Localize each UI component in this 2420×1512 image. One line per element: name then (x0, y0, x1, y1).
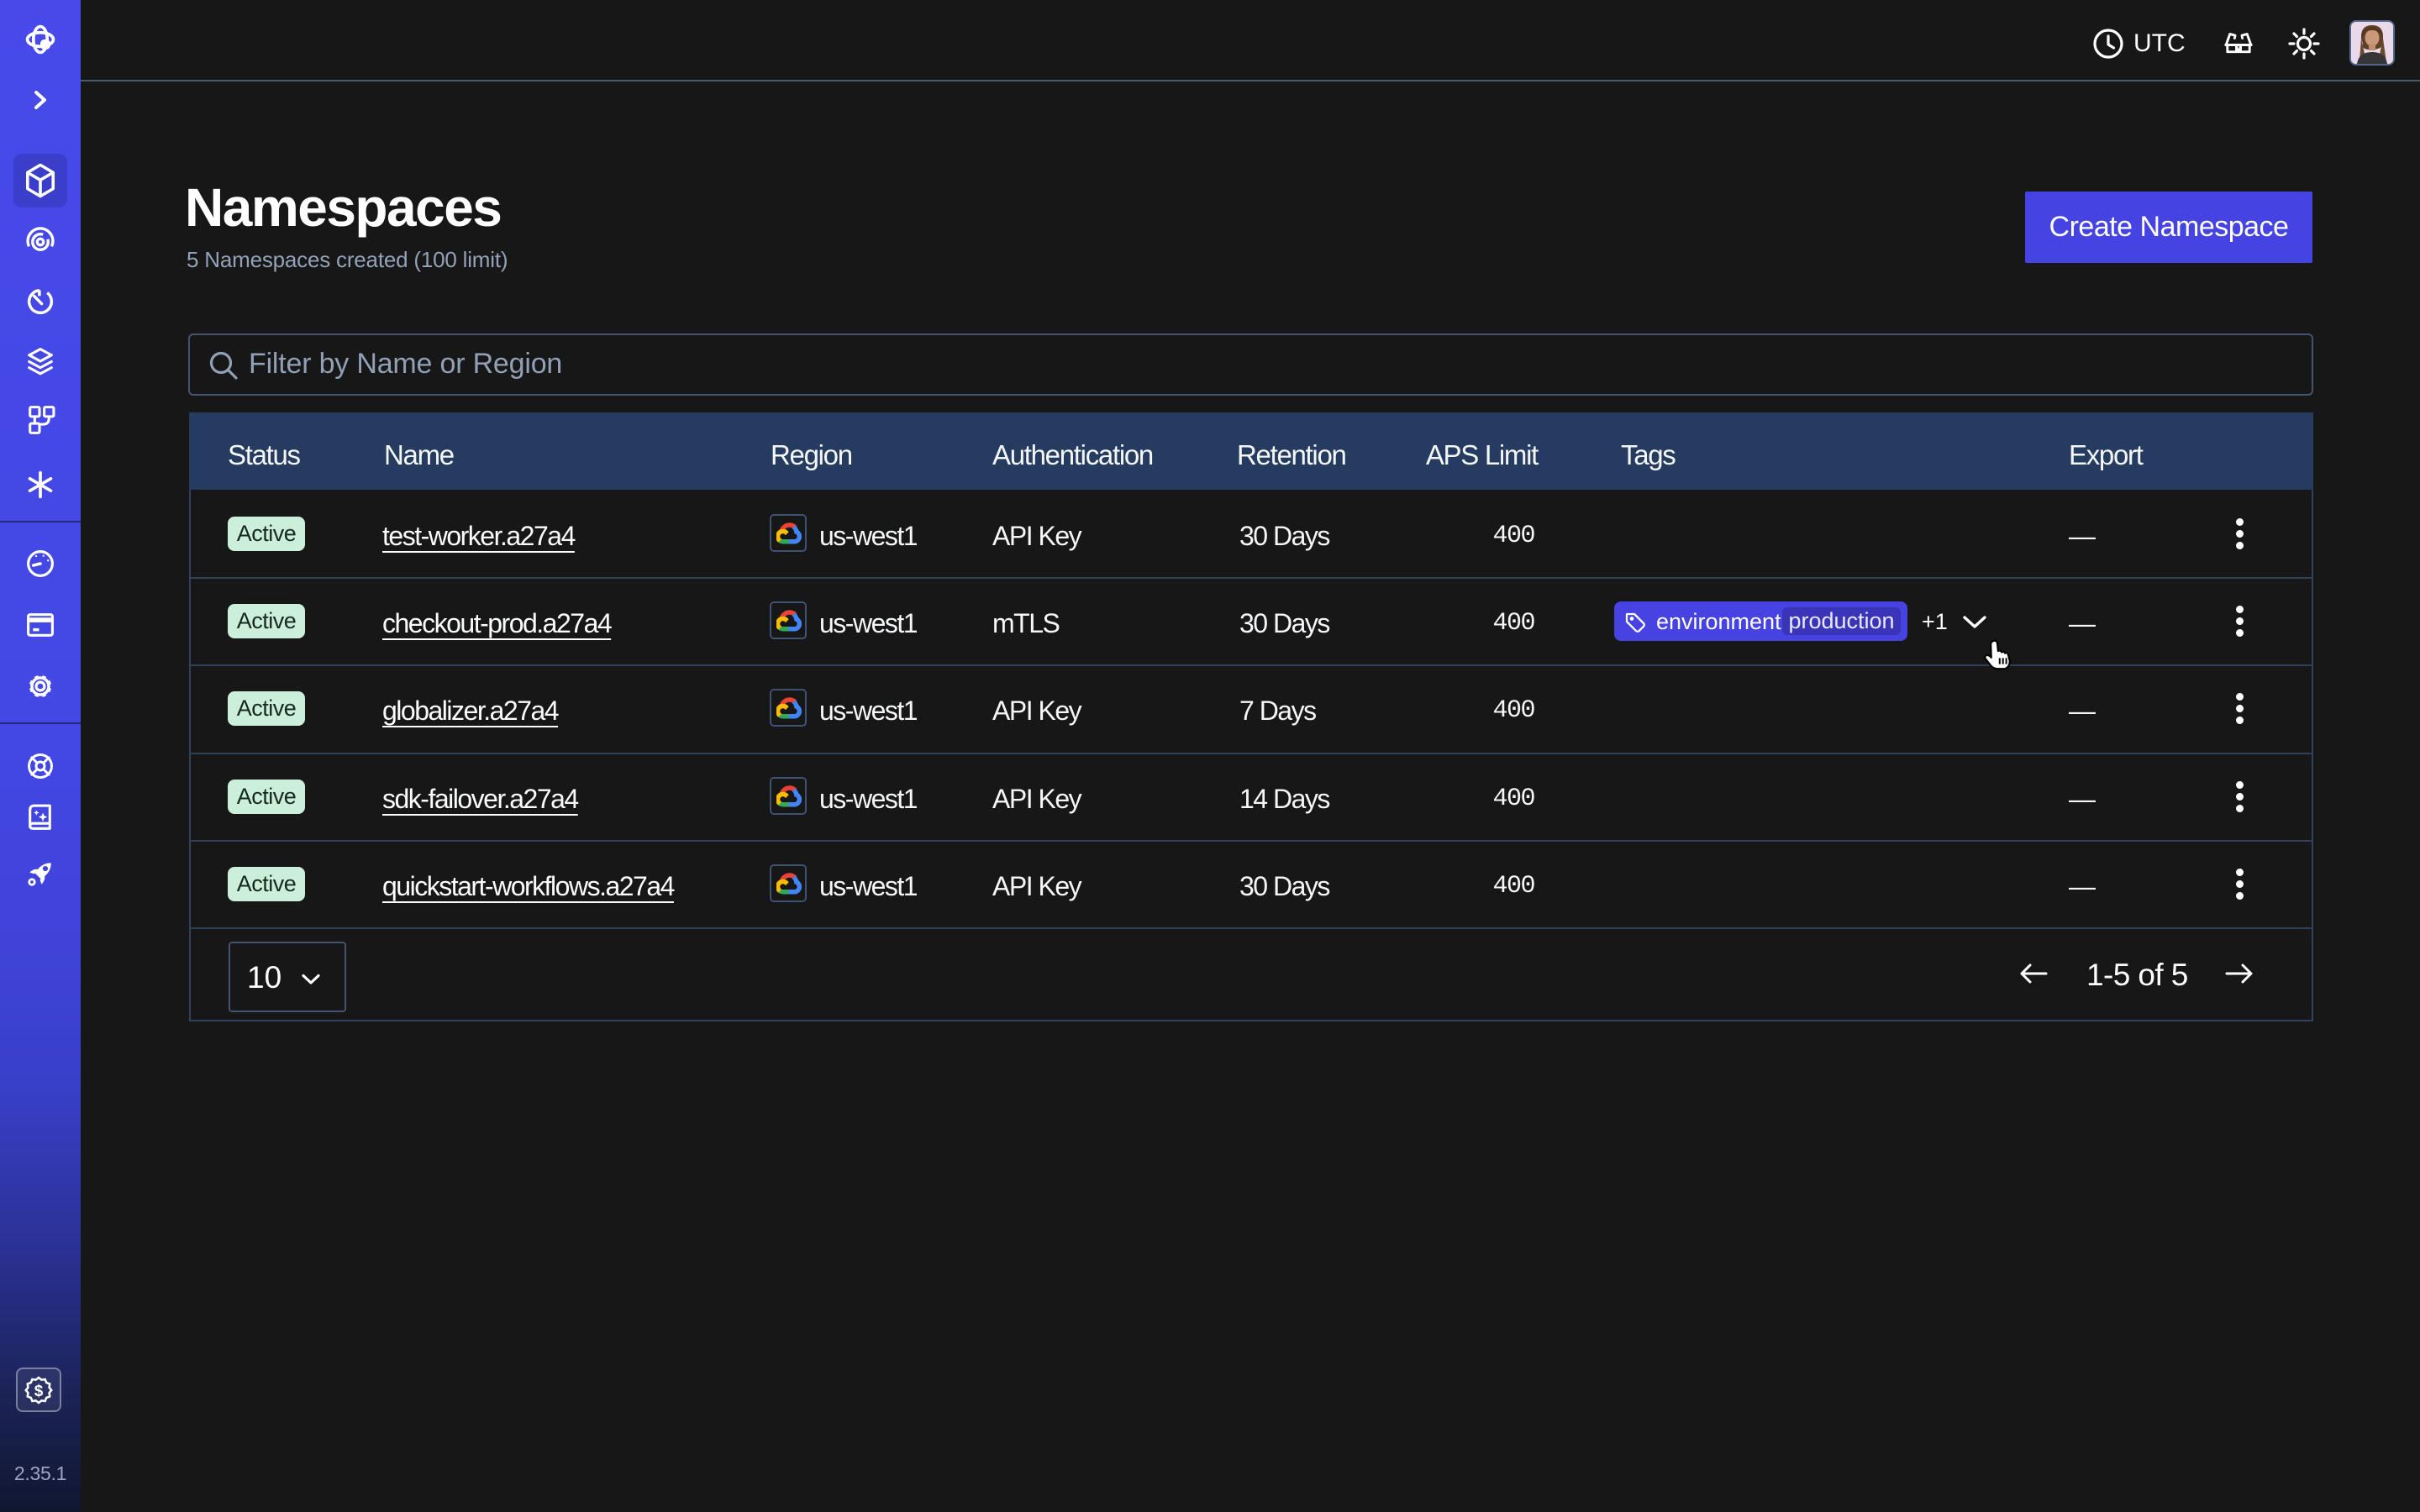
svg-text:$: $ (34, 1383, 44, 1400)
